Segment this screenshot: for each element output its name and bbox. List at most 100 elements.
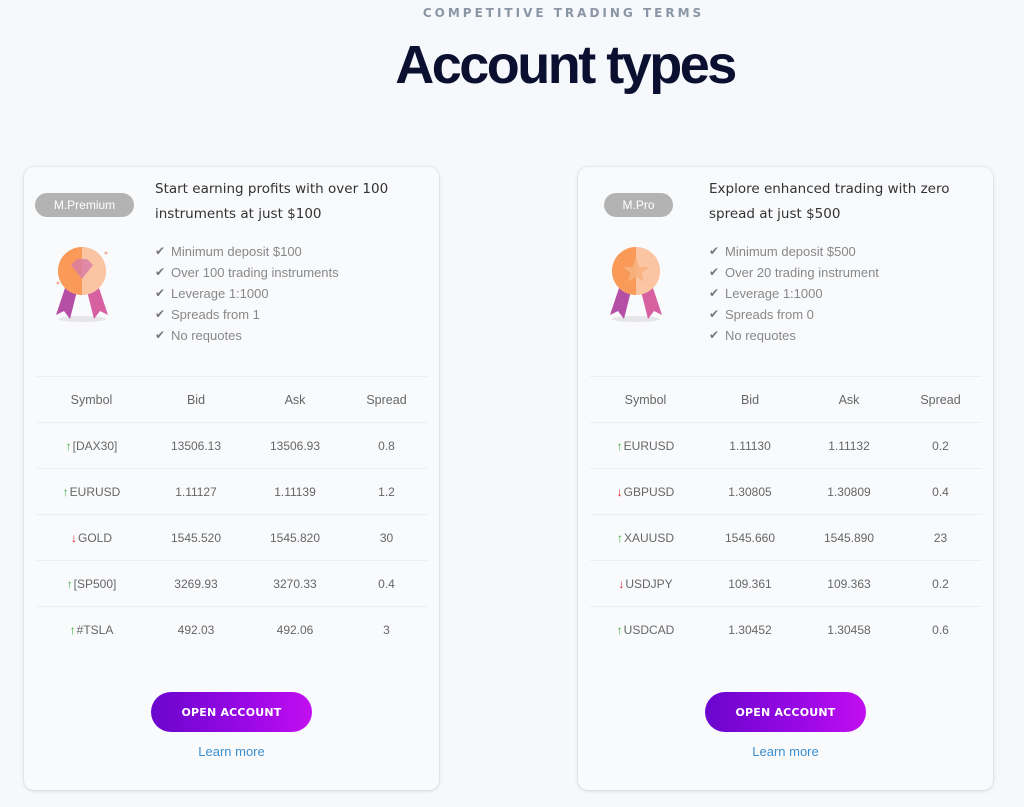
col-symbol: Symbol: [590, 376, 701, 423]
cell-spread: 0.2: [899, 560, 982, 607]
cell-bid: 1.11130: [701, 422, 799, 469]
cell-spread: 1.2: [345, 468, 428, 515]
cell-symbol: ↑EURUSD: [36, 468, 147, 515]
cell-ask: 492.06: [245, 606, 345, 653]
arrow-up-icon: ↑: [616, 622, 623, 637]
col-symbol: Symbol: [36, 376, 147, 423]
page-title: Account types: [395, 35, 737, 95]
learn-more-link[interactable]: Learn more: [578, 744, 993, 759]
check-icon: ✔: [709, 286, 720, 300]
col-ask: Ask: [245, 376, 345, 423]
cell-bid: 1545.660: [701, 514, 799, 561]
open-account-button[interactable]: OPEN ACCOUNT: [151, 692, 312, 732]
check-icon: ✔: [155, 265, 166, 279]
cell-spread: 0.8: [345, 422, 428, 469]
check-icon: ✔: [709, 265, 720, 279]
arrow-down-icon: ↓: [70, 530, 77, 545]
arrow-up-icon: ↑: [616, 438, 623, 453]
feature-list: ✔ Minimum deposit $500 ✔ Over 20 trading i…: [709, 241, 879, 346]
cell-bid: 1.30452: [701, 606, 799, 653]
feature-list: ✔ Minimum deposit $100 ✔ Over 100 trading …: [155, 241, 339, 346]
feature-item: ✔ Leverage 1:1000: [155, 283, 339, 304]
account-card-premium: M.Premium Start earning profits with ove…: [24, 167, 439, 790]
cell-ask: 13506.93: [245, 422, 345, 469]
cell-symbol: ↓GOLD: [36, 514, 147, 561]
arrow-up-icon: ↑: [66, 576, 73, 591]
cell-bid: 1.11127: [147, 468, 245, 515]
table-row: ↓GBPUSD 1.30805 1.30809 0.4: [590, 468, 982, 515]
account-badge: M.Pro: [604, 193, 673, 217]
feature-item: ✔ No requotes: [709, 325, 879, 346]
table-row: ↑XAUUSD 1545.660 1545.890 23: [590, 514, 982, 561]
star-medal-icon: [610, 247, 662, 322]
feature-item: ✔ Minimum deposit $500: [709, 241, 879, 262]
check-icon: ✔: [709, 244, 720, 258]
quotes-table: Symbol Bid Ask Spread ↑[DAX30] 13506.13 13…: [36, 376, 428, 653]
cell-bid: 109.361: [701, 560, 799, 607]
table-row: ↓GOLD 1545.520 1545.820 30: [36, 514, 428, 561]
cell-symbol: ↑[DAX30]: [36, 422, 147, 469]
table-row: ↑EURUSD 1.11127 1.11139 1.2: [36, 468, 428, 515]
table-row: ↑[SP500] 3269.93 3270.33 0.4: [36, 560, 428, 607]
table-row: ↓USDJPY 109.361 109.363 0.2: [590, 560, 982, 607]
cell-spread: 30: [345, 514, 428, 561]
cell-ask: 1.11132: [799, 422, 899, 469]
symbol-name: USDCAD: [623, 622, 675, 637]
diamond-medal-icon: [56, 247, 108, 322]
cell-ask: 1.11139: [245, 468, 345, 515]
check-icon: ✔: [155, 307, 166, 321]
arrow-up-icon: ↑: [62, 484, 69, 499]
feature-item: ✔ Leverage 1:1000: [709, 283, 879, 304]
arrow-up-icon: ↑: [616, 530, 623, 545]
cell-spread: 0.6: [899, 606, 982, 653]
cell-spread: 0.2: [899, 422, 982, 469]
cell-ask: 3270.33: [245, 560, 345, 607]
check-icon: ✔: [709, 307, 720, 321]
table-row: ↑[DAX30] 13506.13 13506.93 0.8: [36, 422, 428, 469]
cell-symbol: ↓GBPUSD: [590, 468, 701, 515]
table-row: ↑USDCAD 1.30452 1.30458 0.6: [590, 606, 982, 653]
cell-symbol: ↑#TSLA: [36, 606, 147, 653]
cell-bid: 492.03: [147, 606, 245, 653]
col-spread: Spread: [899, 376, 982, 423]
feature-item: ✔ Spreads from 1: [155, 304, 339, 325]
learn-more-link[interactable]: Learn more: [24, 744, 439, 759]
symbol-name: USDJPY: [625, 576, 673, 591]
cell-spread: 0.4: [345, 560, 428, 607]
table-header-row: Symbol Bid Ask Spread: [36, 376, 428, 423]
feature-item: ✔ Minimum deposit $100: [155, 241, 339, 262]
symbol-name: GBPUSD: [623, 484, 675, 499]
feature-item: ✔ Over 20 trading instrument: [709, 262, 879, 283]
open-account-button[interactable]: OPEN ACCOUNT: [705, 692, 866, 732]
feature-item: ✔ Over 100 trading instruments: [155, 262, 339, 283]
cell-bid: 1545.520: [147, 514, 245, 561]
symbol-name: [SP500]: [73, 576, 117, 591]
account-headline: Explore enhanced trading with zero sprea…: [709, 181, 950, 222]
account-card-pro: M.Pro Explore enhanced trading with zero…: [578, 167, 993, 790]
check-icon: ✔: [155, 328, 166, 342]
arrow-up-icon: ↑: [69, 622, 76, 637]
cell-bid: 3269.93: [147, 560, 245, 607]
check-icon: ✔: [155, 244, 166, 258]
cell-symbol: ↑[SP500]: [36, 560, 147, 607]
arrow-down-icon: ↓: [618, 576, 625, 591]
cell-bid: 13506.13: [147, 422, 245, 469]
table-header-row: Symbol Bid Ask Spread: [590, 376, 982, 423]
cell-spread: 23: [899, 514, 982, 561]
arrow-up-icon: ↑: [65, 438, 72, 453]
symbol-name: XAUUSD: [623, 530, 674, 545]
arrow-down-icon: ↓: [616, 484, 623, 499]
feature-item: ✔ Spreads from 0: [709, 304, 879, 325]
symbol-name: EURUSD: [623, 438, 675, 453]
section-eyebrow: COMPETITIVE TRADING TERMS: [422, 6, 705, 20]
col-bid: Bid: [701, 376, 799, 423]
account-badge: M.Premium: [35, 193, 134, 217]
col-spread: Spread: [345, 376, 428, 423]
cell-ask: 109.363: [799, 560, 899, 607]
table-row: ↑#TSLA 492.03 492.06 3: [36, 606, 428, 653]
cell-symbol: ↑XAUUSD: [590, 514, 701, 561]
cell-spread: 3: [345, 606, 428, 653]
cell-ask: 1.30458: [799, 606, 899, 653]
cell-ask: 1.30809: [799, 468, 899, 515]
table-row: ↑EURUSD 1.11130 1.11132 0.2: [590, 422, 982, 469]
